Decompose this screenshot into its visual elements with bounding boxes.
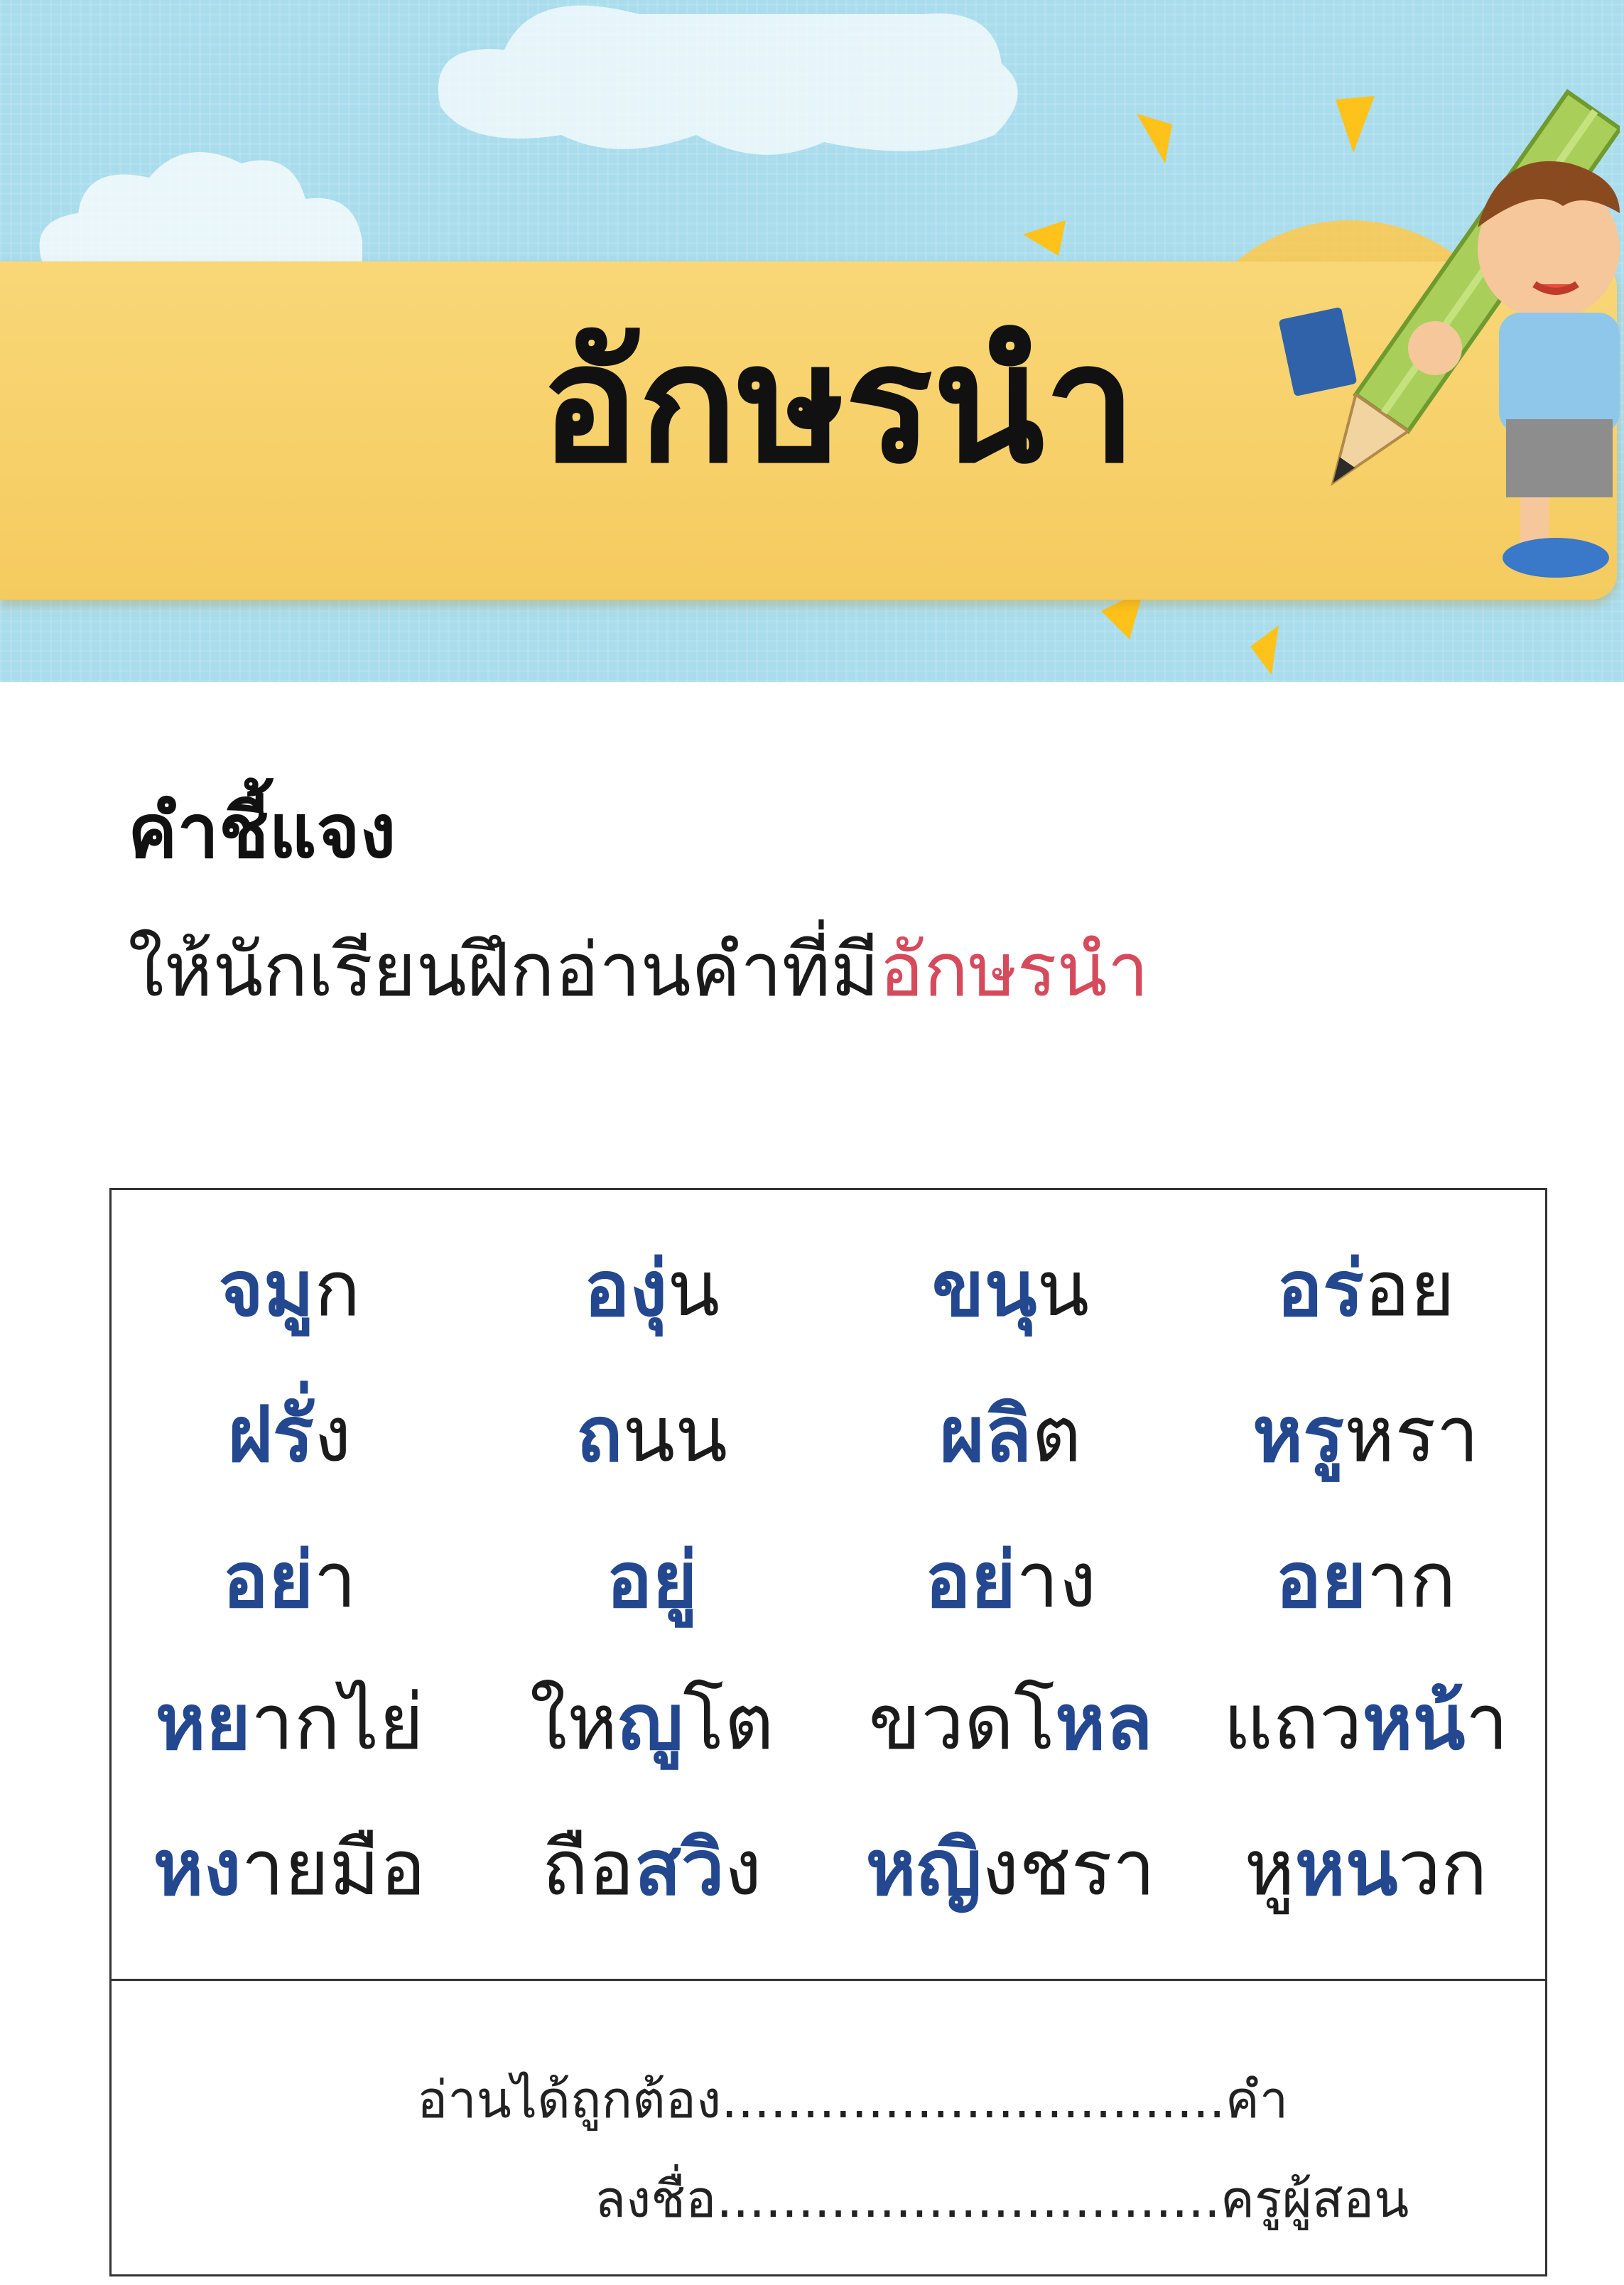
word-item: ขนุน — [831, 1233, 1190, 1346]
word-part: ขวดโ — [868, 1678, 1056, 1767]
instruction-highlight: อักษรนำ — [879, 927, 1149, 1013]
word-item: หูหนวก — [1186, 1812, 1545, 1925]
word-item: ผลิต — [831, 1378, 1190, 1492]
score-unit: คำ — [1225, 2070, 1289, 2129]
word-leading-cluster: หรู — [1252, 1390, 1345, 1479]
word-part: น — [1036, 1245, 1090, 1334]
signature-blank: ............................... — [716, 2169, 1220, 2229]
word-item: จมูก — [110, 1233, 469, 1346]
word-part: ถือ — [541, 1824, 634, 1913]
word-part: น — [667, 1245, 720, 1334]
word-part: ากไย่ — [250, 1678, 424, 1767]
word-leading-cluster: หญิ — [865, 1824, 982, 1913]
word-part: ง — [724, 1824, 762, 1913]
word-item: หรูหรา — [1186, 1378, 1545, 1492]
word-leading-cluster: ญู — [617, 1678, 683, 1767]
boy-with-pencil-illustration — [1279, 89, 1620, 578]
word-leading-cluster: อยู่ — [606, 1536, 698, 1625]
word-grid: จมูก องุ่น ขนุน อร่อย ฝรั่ง ถนน ผลิต หรูหรา อย่า… — [112, 1190, 1545, 1979]
word-item: องุ่น — [472, 1233, 831, 1346]
word-leading-cluster: องุ่ — [583, 1245, 668, 1334]
word-part: า — [313, 1536, 357, 1625]
word-leading-cluster: จมู — [218, 1245, 315, 1334]
word-part: ก — [314, 1245, 361, 1334]
word-leading-cluster: อย่ — [222, 1536, 314, 1625]
word-item: ฝรั่ง — [110, 1378, 469, 1492]
word-part: นน — [622, 1390, 728, 1479]
word-leading-cluster: หน้ — [1362, 1678, 1466, 1767]
word-leading-cluster: อย่ — [924, 1536, 1016, 1625]
instruction-text-main: ให้นักเรียนฝึกอ่านคำที่มี — [128, 927, 879, 1013]
word-part: ายมือ — [241, 1824, 426, 1913]
word-part: หู — [1244, 1824, 1295, 1913]
signature-unit: ครูผู้สอน — [1220, 2169, 1409, 2229]
box-divider — [112, 1979, 1545, 1981]
word-part: หรา — [1344, 1390, 1480, 1479]
word-item: แถวหน้า — [1186, 1666, 1545, 1780]
word-item: อร่อย — [1186, 1233, 1545, 1346]
word-item: ถนน — [472, 1378, 831, 1492]
word-part: อย — [1363, 1245, 1456, 1334]
word-part: า — [1465, 1678, 1509, 1767]
word-leading-cluster: อร่ — [1276, 1245, 1364, 1334]
word-leading-cluster: ฝรั่ — [227, 1390, 314, 1479]
word-practice-box: จมูก องุ่น ขนุน อร่อย ฝรั่ง ถนน ผลิต หรูหรา อย่า… — [109, 1188, 1547, 2276]
word-item: หยากไย่ — [110, 1666, 469, 1780]
word-part: ง — [313, 1390, 352, 1479]
word-item: ใหญูโต — [472, 1666, 831, 1780]
word-part: ให — [529, 1678, 618, 1767]
word-item: ถือสวิง — [472, 1812, 831, 1925]
word-part: โต — [683, 1678, 774, 1767]
word-part: แถว — [1223, 1678, 1363, 1767]
word-leading-cluster: หง — [153, 1824, 242, 1913]
word-leading-cluster: สวิ — [634, 1824, 725, 1913]
word-part: าก — [1366, 1536, 1456, 1625]
word-part: าง — [1015, 1536, 1097, 1625]
word-item: ขวดโหล — [831, 1666, 1190, 1780]
instruction-text: ให้นักเรียนฝึกอ่านคำที่มีอักษรนำ — [128, 917, 1149, 1023]
instruction-heading: คำชี้แจง — [128, 788, 396, 875]
word-leading-cluster: ถ — [575, 1390, 623, 1479]
word-item: อย่าง — [831, 1524, 1190, 1638]
word-item: อยู่ — [472, 1524, 831, 1638]
footer-line-score: อ่านได้ถูกต้อง..........................… — [417, 2060, 1288, 2139]
word-part: ต — [1032, 1390, 1082, 1479]
word-leading-cluster: หย — [155, 1678, 251, 1767]
word-item: หญิงชรา — [831, 1812, 1190, 1925]
word-part: งชรา — [981, 1824, 1156, 1913]
word-leading-cluster: ผลิ — [939, 1390, 1032, 1479]
word-leading-cluster: ขนุ — [931, 1245, 1037, 1334]
word-part: วก — [1397, 1824, 1488, 1913]
word-leading-cluster: หล — [1055, 1678, 1153, 1767]
word-leading-cluster: อย — [1275, 1536, 1367, 1625]
word-item: หงายมือ — [110, 1812, 469, 1925]
score-blank: ............................... — [721, 2070, 1225, 2129]
signature-label: ลงชื่อ — [595, 2169, 717, 2229]
score-label: อ่านได้ถูกต้อง — [417, 2070, 722, 2129]
word-leading-cluster: หน — [1294, 1824, 1398, 1913]
word-item: อยาก — [1186, 1524, 1545, 1638]
word-item: อย่า — [110, 1524, 469, 1638]
footer-line-signature: ลงชื่อ...............................ครู… — [595, 2160, 1409, 2238]
